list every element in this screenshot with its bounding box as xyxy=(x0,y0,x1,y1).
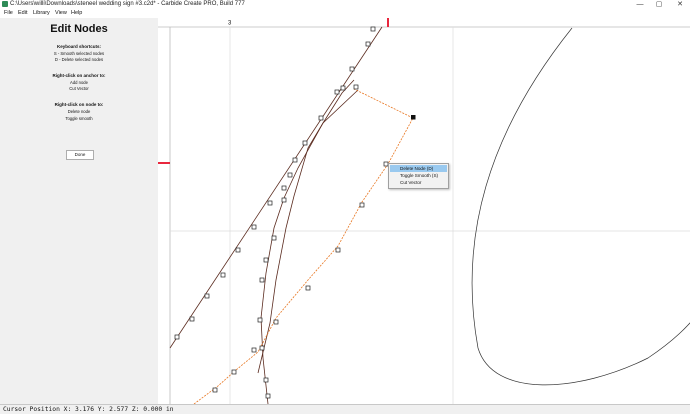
node-handle[interactable] xyxy=(220,272,226,278)
node-handle[interactable] xyxy=(212,387,218,393)
node-handle[interactable] xyxy=(265,393,271,399)
node-action-delete: Delete node xyxy=(67,109,91,114)
vector-line[interactable] xyxy=(257,79,355,374)
node-handle[interactable] xyxy=(292,157,298,163)
node-handle[interactable] xyxy=(349,66,355,72)
app-icon xyxy=(2,1,8,7)
anchor-action-add: Add node xyxy=(70,80,88,85)
edit-nodes-panel: Edit Nodes Keyboard shortcuts: S - Smoot… xyxy=(0,18,159,404)
node-handle[interactable] xyxy=(263,377,269,383)
node-handle[interactable] xyxy=(305,285,311,291)
context-menu: Delete Node (D) Toggle Smooth (S) Cut Ve… xyxy=(388,163,449,189)
anchor-action-cut: Cut Vector xyxy=(69,86,89,91)
node-handle[interactable] xyxy=(251,347,257,353)
node-handle[interactable] xyxy=(273,319,279,325)
node-handle[interactable] xyxy=(259,345,265,351)
node-handle[interactable] xyxy=(251,224,257,230)
node-handle[interactable] xyxy=(359,202,365,208)
node-handle[interactable] xyxy=(263,257,269,263)
shortcut-delete: D - Delete selected nodes xyxy=(54,57,104,62)
node-handle[interactable] xyxy=(287,172,293,178)
menu-help[interactable]: Help xyxy=(71,9,82,18)
node-handle[interactable] xyxy=(318,115,324,121)
node-handle[interactable] xyxy=(235,247,241,253)
close-button[interactable]: ✕ xyxy=(673,0,687,9)
node-handle[interactable] xyxy=(257,317,263,323)
menu-file[interactable]: File xyxy=(4,9,13,18)
node-handle[interactable] xyxy=(365,41,371,47)
anchor-heading: Right-click on anchor to: xyxy=(52,73,106,78)
drawing-canvas[interactable]: 3 xyxy=(158,18,690,404)
node-handle[interactable] xyxy=(302,140,308,146)
status-bar: Cursor Position X: 3.176 Y: 2.577 Z: 0.0… xyxy=(0,404,690,414)
context-delete-node[interactable]: Delete Node (D) xyxy=(390,165,447,172)
maximize-button[interactable]: ▢ xyxy=(652,0,666,9)
node-handle[interactable] xyxy=(353,84,359,90)
node-handle[interactable] xyxy=(281,185,287,191)
title-bar: C:\Users\willi\Downloads\steneel wedding… xyxy=(0,0,690,9)
top-ruler xyxy=(158,18,690,27)
node-handle[interactable] xyxy=(204,293,210,299)
node-handle[interactable] xyxy=(271,235,277,241)
minimize-button[interactable]: — xyxy=(633,0,647,9)
shortcuts-heading: Keyboard shortcuts: xyxy=(56,44,101,49)
node-heading: Right-click on node to: xyxy=(54,102,104,107)
vector-line[interactable] xyxy=(169,26,383,349)
menu-view[interactable]: View xyxy=(55,9,67,18)
panel-title: Edit Nodes xyxy=(50,23,108,35)
done-button[interactable]: Done xyxy=(66,150,94,160)
context-toggle-smooth[interactable]: Toggle Smooth (S) xyxy=(390,172,447,179)
ellipse-curve[interactable] xyxy=(471,27,690,386)
node-group[interactable] xyxy=(174,26,389,404)
node-handle[interactable] xyxy=(174,334,180,340)
node-handle[interactable] xyxy=(335,247,341,253)
selected-node[interactable] xyxy=(411,115,416,120)
node-handle[interactable] xyxy=(189,316,195,322)
node-handle[interactable] xyxy=(334,89,340,95)
context-cut-vector[interactable]: Cut Vector xyxy=(390,179,447,186)
menu-edit[interactable]: Edit xyxy=(18,9,27,18)
window-title: C:\Users\willi\Downloads\steneel wedding… xyxy=(10,1,245,7)
shortcut-smooth: S - Smooth selected nodes xyxy=(53,51,105,56)
node-handle[interactable] xyxy=(370,26,376,32)
selected-vector-line[interactable] xyxy=(193,88,414,404)
node-action-smooth: Toggle smooth xyxy=(65,116,93,121)
node-handle[interactable] xyxy=(231,369,237,375)
node-handle[interactable] xyxy=(281,197,287,203)
node-handle[interactable] xyxy=(267,200,273,206)
node-handle[interactable] xyxy=(259,277,265,283)
menu-library[interactable]: Library xyxy=(33,9,50,18)
node-handle[interactable] xyxy=(340,85,346,91)
